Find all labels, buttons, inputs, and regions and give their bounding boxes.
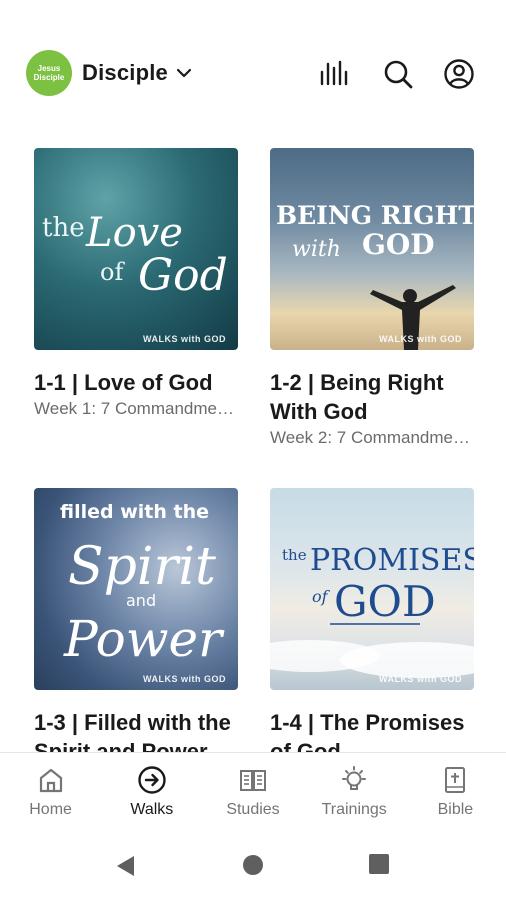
bottom-navigation: Home Walks Studies Trainings Bible (0, 752, 506, 831)
nav-trainings[interactable]: Trainings (304, 753, 405, 831)
art-text: the (282, 546, 307, 564)
app-logo[interactable]: Jesus Disciple (26, 50, 72, 96)
walk-subtitle: Week 1: 7 Commandments of Love (34, 399, 234, 418)
walk-thumbnail[interactable]: the Love of God WALKS with GOD (34, 148, 238, 350)
walk-thumbnail[interactable]: the PROMISES of GOD WALKS with GOD (270, 488, 474, 690)
bible-icon (445, 767, 466, 793)
chevron-down-icon[interactable] (175, 64, 193, 82)
brand-mark: WALKS with GOD (379, 334, 462, 344)
art-text: filled with the (60, 501, 209, 523)
art-text: of (312, 587, 331, 606)
love-of-god-art: the Love of God (42, 210, 228, 301)
open-book-icon (240, 770, 266, 791)
walk-subtitle: Week 2: 7 Commandments of Righteousness (270, 428, 470, 447)
search-icon[interactable] (382, 58, 414, 90)
walk-title[interactable]: 1-3 | Filled with the Spirit and Power (34, 708, 254, 752)
brand-mark: WALKS with GOD (143, 334, 226, 344)
art-text: Spirit (68, 537, 216, 597)
walk-thumbnail[interactable]: BEING RIGHT with GOD WALKS with GOD (270, 148, 474, 350)
nav-bible[interactable]: Bible (405, 753, 506, 831)
lightbulb-icon (342, 766, 367, 790)
app-name[interactable]: Disciple (82, 60, 168, 86)
nav-label: Trainings (321, 801, 387, 818)
nav-walks[interactable]: Walks (101, 753, 202, 831)
art-text: of (100, 258, 125, 286)
walk-title[interactable]: 1-2 | Being Right With God (270, 368, 490, 426)
promises-art: the PROMISES of GOD (270, 543, 474, 678)
arrow-circle-icon (138, 766, 166, 794)
recents-square-icon[interactable] (369, 854, 389, 874)
nav-label: Studies (226, 801, 280, 818)
nav-label: Home (29, 801, 72, 818)
art-text: PROMISES (310, 543, 474, 578)
walk-thumbnail[interactable]: filled with the Spirit and Power WALKS w… (34, 488, 238, 690)
being-right-art: BEING RIGHT with GOD (276, 201, 474, 350)
brand-mark: WALKS with GOD (143, 674, 226, 684)
art-text: and (126, 591, 156, 610)
walk-card[interactable]: the PROMISES of GOD WALKS with GOD 1-4 |… (270, 488, 474, 752)
walk-card[interactable]: filled with the Spirit and Power WALKS w… (34, 488, 238, 752)
spirit-power-art: filled with the Spirit and Power (60, 501, 225, 668)
art-text: with (292, 237, 341, 262)
art-text: BEING RIGHT (276, 201, 474, 230)
walk-title[interactable]: 1-1 | Love of God (34, 368, 254, 397)
system-navigation-bar (0, 830, 506, 900)
walks-grid: the Love of God WALKS with GOD 1-1 | Lov… (0, 130, 506, 752)
art-text: Power (63, 610, 225, 668)
nav-home[interactable]: Home (0, 753, 101, 831)
nav-studies[interactable]: Studies (202, 753, 303, 831)
home-icon (39, 768, 62, 793)
nav-label: Bible (437, 801, 474, 818)
back-icon[interactable] (114, 854, 136, 878)
nav-label: Walks (130, 801, 174, 818)
brand-mark: WALKS with GOD (379, 674, 462, 684)
art-text: GOD (334, 577, 436, 626)
home-circle-icon[interactable] (242, 854, 264, 876)
walk-card[interactable]: BEING RIGHT with GOD WALKS with GOD 1-2 … (270, 148, 474, 448)
walk-card[interactable]: the Love of God WALKS with GOD 1-1 | Lov… (34, 148, 238, 419)
equalizer-icon[interactable] (318, 58, 350, 90)
art-text: God (138, 250, 228, 301)
art-text: GOD (362, 228, 435, 261)
account-icon[interactable] (443, 58, 475, 90)
walk-title[interactable]: 1-4 | The Promises of God (270, 708, 490, 752)
top-app-bar: Jesus Disciple Disciple (0, 0, 506, 130)
art-text: the (42, 213, 85, 243)
